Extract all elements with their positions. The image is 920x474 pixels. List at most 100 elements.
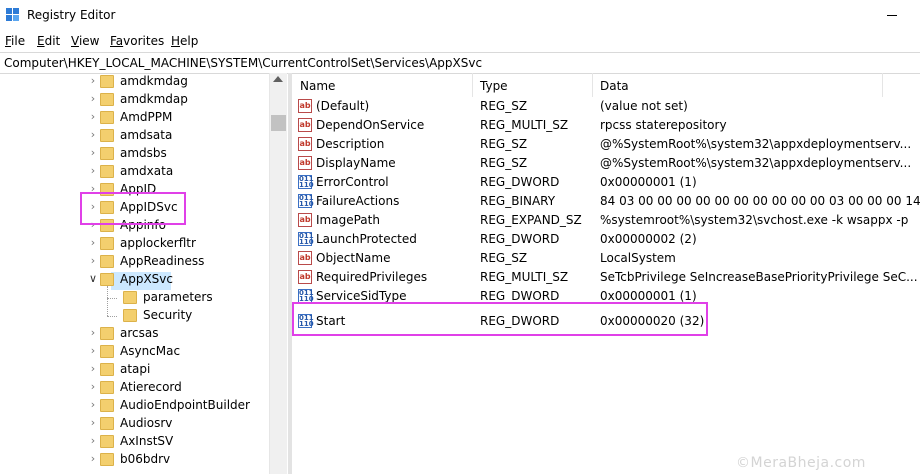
value-row[interactable]: 011 110 ErrorControl REG_DWORD 0x00000001 (1… [292,173,920,192]
tree-item-label: atapi [120,362,151,376]
chevron-right-icon[interactable]: › [87,327,99,339]
tree-item-label: AudioEndpointBuilder [120,398,250,412]
value-type: REG_DWORD [480,175,560,189]
string-value-icon: ab [298,251,312,265]
value-data: %systemroot%\system32\svchost.exe -k wsa… [600,213,909,227]
value-row[interactable]: ab Description REG_SZ @%SystemRoot%\system3… [292,135,920,154]
folder-icon [100,129,114,142]
tree-item[interactable]: › Audiosrv [0,415,268,433]
value-data: 0x00000001 (1) [600,175,697,189]
value-row[interactable]: ab DependOnService REG_MULTI_SZ rpcss state… [292,116,920,135]
tree-item[interactable]: › amdsbs [0,145,268,163]
tree-item[interactable]: Security [0,307,268,325]
tree-item[interactable]: › applockerfltr [0,235,268,253]
chevron-right-icon[interactable]: › [87,381,99,393]
menu-help[interactable]: Help [171,34,198,48]
value-type: REG_SZ [480,99,528,113]
value-name: ImagePath [316,213,380,227]
tree-item[interactable]: › AxInstSV [0,433,268,451]
menu-view[interactable]: View [71,34,99,48]
window-title: Registry Editor [27,8,116,22]
binary-value-icon: 011 110 [298,175,314,189]
value-type: REG_MULTI_SZ [480,270,569,284]
tree-item-label: amdsbs [120,146,167,160]
string-value-icon: ab [298,99,312,113]
tree-item[interactable]: ∨ AppXSvc [0,271,268,289]
tree-item-label: AppXSvc [120,272,173,286]
tree-item[interactable]: › AudioEndpointBuilder [0,397,268,415]
value-row[interactable]: 011 110 FailureActions REG_BINARY 84 03 00 0… [292,192,920,211]
folder-icon [100,273,114,286]
value-row[interactable]: ab RequiredPrivileges REG_MULTI_SZ SeTcbPri… [292,268,920,287]
scroll-up-arrow-icon[interactable] [273,76,283,82]
chevron-right-icon[interactable]: › [87,435,99,447]
address-bar[interactable]: Computer\HKEY_LOCAL_MACHINE\SYSTEM\Curre… [0,52,920,74]
column-header-type[interactable]: Type [472,73,593,97]
chevron-right-icon[interactable]: › [87,75,99,87]
value-name: RequiredPrivileges [316,270,428,284]
value-data: 84 03 00 00 00 00 00 00 00 00 00 00 03 0… [600,194,920,208]
string-value-icon: ab [298,156,312,170]
value-row[interactable]: ab ImagePath REG_EXPAND_SZ %systemroot%\sys… [292,211,920,230]
column-header-data[interactable]: Data [592,73,883,97]
value-row[interactable]: ab DisplayName REG_SZ @%SystemRoot%\system3… [292,154,920,173]
tree-item-label: amdsata [120,128,173,142]
annotation-box-tree [80,192,186,225]
tree-item[interactable]: › amdxata [0,163,268,181]
menu-file[interactable]: File [5,34,25,48]
chevron-down-icon[interactable]: ∨ [87,273,99,285]
chevron-right-icon[interactable]: › [87,453,99,465]
chevron-right-icon[interactable]: › [87,345,99,357]
value-data: SeTcbPrivilege SeIncreaseBasePriorityPri… [600,270,918,284]
value-row[interactable]: 011 110 LaunchProtected REG_DWORD 0x00000002… [292,230,920,249]
chevron-right-icon[interactable]: › [87,237,99,249]
tree-item[interactable]: › AppReadiness [0,253,268,271]
tree-item-label: AppReadiness [120,254,205,268]
value-data: @%SystemRoot%\system32\appxdeploymentser… [600,156,912,170]
folder-icon [100,147,114,160]
folder-icon [100,93,114,106]
value-row[interactable]: ab ObjectName REG_SZ LocalSystem [292,249,920,268]
address-path[interactable]: Computer\HKEY_LOCAL_MACHINE\SYSTEM\Curre… [4,56,482,70]
tree-item[interactable]: › amdsata [0,127,268,145]
value-type: REG_EXPAND_SZ [480,213,582,227]
chevron-right-icon[interactable]: › [87,147,99,159]
chevron-right-icon[interactable]: › [87,417,99,429]
menu-edit[interactable]: Edit [37,34,60,48]
chevron-right-icon[interactable]: › [87,93,99,105]
tree-item[interactable]: › atapi [0,361,268,379]
chevron-right-icon[interactable]: › [87,165,99,177]
tree-item[interactable]: › AsyncMac [0,343,268,361]
chevron-right-icon[interactable]: › [87,363,99,375]
tree-item-label: AxInstSV [120,434,174,448]
value-data: 0x00000001 (1) [600,289,697,303]
tree-item[interactable]: › Atierecord [0,379,268,397]
column-header-name[interactable]: Name [292,73,473,97]
tree-item[interactable]: › amdkmdap [0,91,268,109]
tree-item[interactable]: › AmdPPM [0,109,268,127]
scroll-thumb[interactable] [271,115,286,131]
minimize-button[interactable] [880,6,910,26]
value-data: LocalSystem [600,251,676,265]
tree-connector [107,298,117,299]
tree-item[interactable]: › b06bdrv [0,451,268,469]
folder-icon [100,75,114,88]
watermark: ©MeraBheja.com [736,455,866,471]
tree-item-label: b06bdrv [120,452,171,466]
chevron-right-icon[interactable]: › [87,255,99,267]
folder-icon [123,291,137,304]
tree-item[interactable]: › amdkmdag [0,73,268,91]
tree-scrollbar[interactable] [269,73,287,474]
tree-item[interactable]: › arcsas [0,325,268,343]
tree-item-label: Audiosrv [120,416,173,430]
chevron-right-icon[interactable]: › [87,111,99,123]
chevron-right-icon[interactable]: › [87,399,99,411]
tree-item-label: parameters [143,290,213,304]
value-type: REG_SZ [480,137,528,151]
menu-favorites[interactable]: Favorites [110,34,164,48]
chevron-right-icon[interactable]: › [87,129,99,141]
tree-item[interactable]: parameters [0,289,268,307]
value-row[interactable]: ab (Default) REG_SZ (value not set) [292,97,920,116]
folder-icon [100,327,114,340]
value-data: (value not set) [600,99,688,113]
